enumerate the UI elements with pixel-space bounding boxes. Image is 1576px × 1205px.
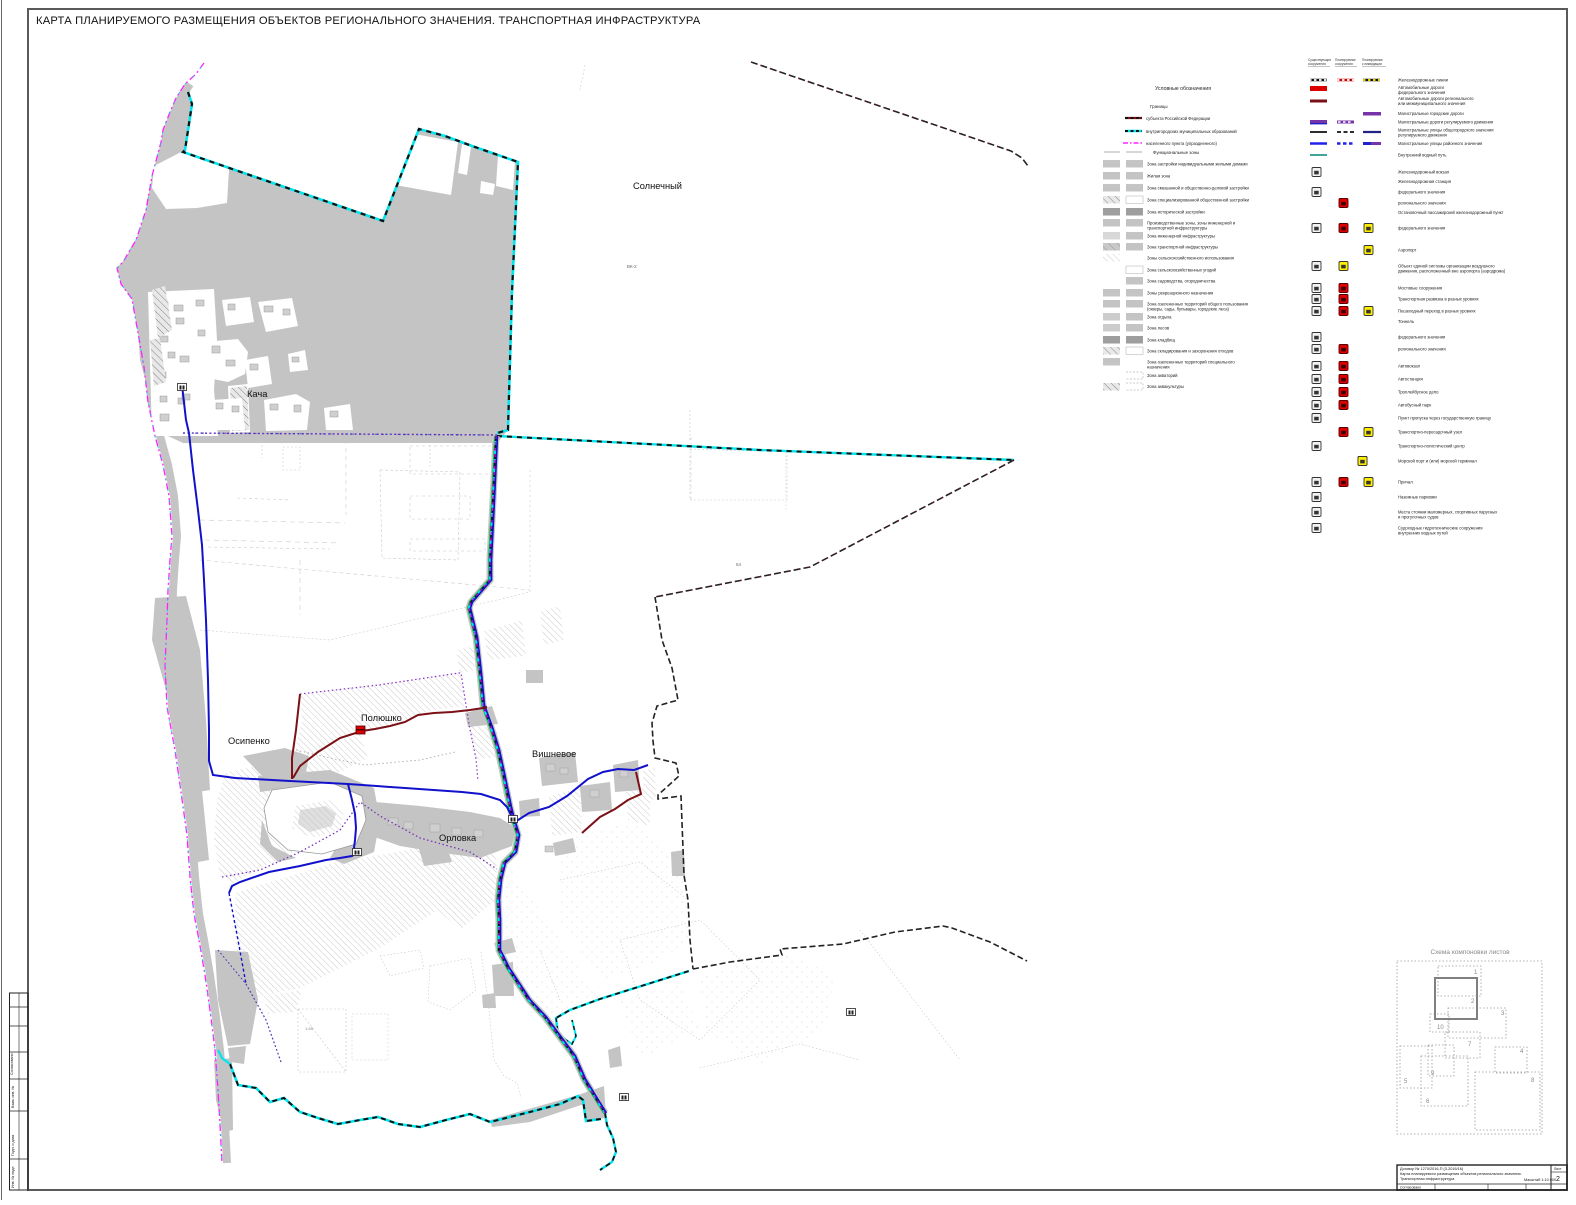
svg-text:Зона акваторий: Зона акваторий (1147, 373, 1178, 378)
svg-text:Причал: Причал (1398, 480, 1413, 485)
svg-text:Транспортная инфраструктура: Транспортная инфраструктура (1400, 1177, 1455, 1181)
svg-text:Границы: Границы (1150, 104, 1168, 109)
svg-text:Аэропорт: Аэропорт (1398, 248, 1417, 253)
svg-text:Условные обозначения: Условные обозначения (1155, 86, 1211, 92)
svg-text:регулируемого движения: регулируемого движения (1398, 133, 1447, 138)
svg-text:Троллейбусное депо: Троллейбусное депо (1398, 390, 1439, 395)
svg-text:2: 2 (1556, 1176, 1560, 1183)
svg-text:Автобусный парк: Автобусный парк (1398, 403, 1431, 408)
svg-text:регионального значения: регионального значения (1398, 201, 1446, 206)
svg-text:сооружения: сооружения (1308, 62, 1326, 66)
svg-text:Зона складирования и захоронен: Зона складирования и захоронения отходов (1147, 348, 1234, 353)
svg-text:Зона транспортной инфраструкту: Зона транспортной инфраструктуры (1147, 244, 1218, 249)
svg-text:или межмуниципального значения: или межмуниципального значения (1398, 101, 1465, 106)
svg-text:федерального значения: федерального значения (1398, 190, 1445, 195)
svg-text:54: 54 (736, 562, 742, 567)
svg-text:Зона садоводства, огородничест: Зона садоводства, огородничества (1147, 278, 1216, 283)
svg-text:Полюшко: Полюшко (361, 713, 402, 723)
svg-text:Железнодорожная станция: Железнодорожная станция (1398, 179, 1451, 184)
svg-text:и прогулочных судов: и прогулочных судов (1398, 515, 1439, 520)
svg-text:Жилая зона: Жилая зона (1147, 173, 1171, 178)
svg-text:Магистральные городские дороги: Магистральные городские дороги (1398, 111, 1464, 116)
svg-text:Пункт пропуска через государст: Пункт пропуска через государственную гра… (1398, 416, 1492, 421)
svg-text:субъекта Российской Федерации: субъекта Российской Федерации (1146, 116, 1211, 121)
svg-text:федерального значения: федерального значения (1398, 226, 1445, 231)
svg-text:КАРТА ПЛАНИРУЕМОГО РАЗМЕЩЕНИЯ: КАРТА ПЛАНИРУЕМОГО РАЗМЕЩЕНИЯ ОБЪЕКТОВ Р… (36, 15, 701, 27)
svg-text:(скверы, сады, бульвары, город: (скверы, сады, бульвары, городские леса) (1147, 306, 1230, 311)
svg-text:Зона инженерной инфраструктуры: Зона инженерной инфраструктуры (1147, 233, 1215, 238)
svg-text:Автостанция: Автостанция (1398, 377, 1423, 382)
svg-text:федерального значения: федерального значения (1398, 90, 1445, 95)
svg-text:регионального значения: регионального значения (1398, 347, 1446, 352)
svg-text:Зона застройки индивидуальными: Зона застройки индивидуальными жилыми до… (1147, 161, 1248, 166)
svg-text:Лист: Лист (1554, 1167, 1562, 1171)
svg-text:Карта планируемого размещения: Карта планируемого размещения объектов р… (1400, 1172, 1522, 1176)
svg-text:внутригородских муниципальных: внутригородских муниципальных образовани… (1146, 129, 1237, 134)
svg-text:Взам. инв. №: Взам. инв. № (11, 1086, 15, 1108)
svg-text:Кача: Кача (247, 389, 268, 399)
svg-text:Масштаб 1:10 000: Масштаб 1:10 000 (1524, 1178, 1556, 1182)
svg-text:Инв. № подл.: Инв. № подл. (11, 1166, 15, 1188)
svg-text:Зона специализированной общест: Зона специализированной общественной зас… (1147, 197, 1250, 202)
svg-text:Подп. и дата: Подп. и дата (11, 1135, 15, 1156)
svg-text:назначения: назначения (1147, 364, 1170, 369)
svg-text:Зоны сельскохозяйственного исп: Зоны сельскохозяйственного использования (1147, 255, 1234, 260)
svg-text:федерального значения: федерального значения (1398, 335, 1445, 340)
svg-text:Функциональные зоны: Функциональные зоны (1153, 150, 1199, 155)
svg-text:Вишневое: Вишневое (532, 749, 576, 759)
svg-text:сооружения: сооружения (1335, 62, 1353, 66)
svg-text:Пешеходный переход в разных ур: Пешеходный переход в разных уровнях (1398, 309, 1477, 314)
svg-text:Морской порт и (или) морской т: Морской порт и (или) морской терминал (1398, 459, 1477, 464)
svg-text:Солнечный: Солнечный (633, 181, 682, 191)
svg-text:Остановочный пассажирский желе: Остановочный пассажирский железнодорожны… (1398, 210, 1504, 215)
svg-text:Договор № 1270/2016-П (3-2016/: Договор № 1270/2016-П (3-2016/16) (1400, 1167, 1464, 1171)
svg-text:транспортной инфраструктуры: транспортной инфраструктуры (1147, 225, 1207, 230)
svg-text:Зоны рекреационного назначения: Зоны рекреационного назначения (1147, 290, 1213, 295)
svg-text:10: 10 (1437, 1025, 1444, 1031)
svg-text:внутренних водных путей: внутренних водных путей (1398, 531, 1448, 536)
svg-text:Согласовано: Согласовано (1400, 1186, 1421, 1190)
svg-text:Мостовые сооружения: Мостовые сооружения (1398, 286, 1442, 291)
svg-text:Зона кладбищ: Зона кладбищ (1147, 337, 1175, 342)
svg-text:Транспортно-логистический цент: Транспортно-логистический центр (1398, 444, 1465, 449)
svg-text:Наземные парковки: Наземные парковки (1398, 495, 1437, 500)
svg-text:Схема компоновки листов: Схема компоновки листов (1430, 949, 1510, 956)
svg-text:движения, расположенный вне аэ: движения, расположенный вне аэропорта (а… (1398, 269, 1506, 274)
svg-text:к ликвидации: к ликвидации (1362, 62, 1382, 66)
svg-text:Зона смешанной и общественно-д: Зона смешанной и общественно-деловой зас… (1147, 185, 1249, 190)
svg-text:Зона лесов: Зона лесов (1147, 325, 1170, 330)
svg-text:Железнодорожные линии: Железнодорожные линии (1398, 78, 1449, 83)
svg-text:Зона аквакультуры: Зона аквакультуры (1147, 384, 1184, 389)
svg-text:Железнодорожный вокзал: Железнодорожный вокзал (1398, 170, 1450, 175)
svg-text:Автовокзал: Автовокзал (1398, 364, 1421, 369)
svg-text:1-65: 1-65 (305, 1026, 314, 1031)
svg-text:ВК-2: ВК-2 (627, 264, 637, 269)
svg-text:Согласовано: Согласовано (10, 1053, 14, 1075)
svg-text:Осипенко: Осипенко (228, 736, 270, 746)
svg-text:Тоннель: Тоннель (1398, 319, 1415, 324)
svg-text:Зона сельскохозяйственных угод: Зона сельскохозяйственных угодий (1147, 267, 1217, 272)
svg-text:Зона исторической застройки: Зона исторической застройки (1147, 209, 1205, 214)
svg-text:Орловка: Орловка (439, 833, 477, 843)
svg-text:Магистральные улицы районного: Магистральные улицы районного значения (1398, 141, 1482, 146)
svg-text:Зона отдыха: Зона отдыха (1147, 314, 1172, 319)
svg-text:Магистральные дороги регулируе: Магистральные дороги регулируемого движе… (1398, 120, 1493, 125)
svg-text:Транспортно-пересадочный узел: Транспортно-пересадочный узел (1398, 430, 1463, 435)
svg-text:Внутренний водный путь: Внутренний водный путь (1398, 153, 1447, 158)
svg-text:населенного пункта (упраздненн: населенного пункта (упраздненного) (1146, 141, 1217, 146)
svg-text:Транспортная развязка в разных: Транспортная развязка в разных уровнях (1398, 297, 1480, 302)
